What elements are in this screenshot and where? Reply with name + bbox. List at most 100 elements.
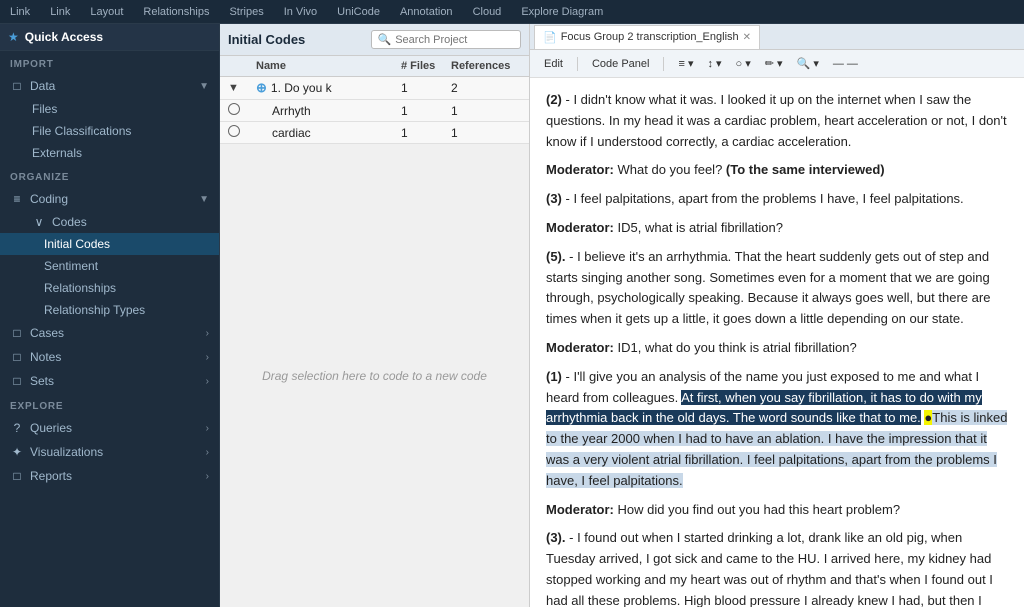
quick-access-label: Quick Access	[25, 30, 103, 44]
visualizations-expand-icon: ›	[206, 447, 209, 458]
sidebar-item-visualizations-label: Visualizations	[30, 445, 200, 459]
top-navigation: Link Link Layout Relationships Stripes I…	[0, 0, 1024, 24]
sidebar-item-sentiment[interactable]: Sentiment	[0, 255, 219, 277]
nav-layout[interactable]: Layout	[84, 4, 129, 20]
nav-relationships[interactable]: Relationships	[137, 4, 215, 20]
row-refs-arrhyth: 1	[451, 104, 521, 118]
organize-section-header: ORGANIZE	[0, 164, 219, 187]
codes-panel: Initial Codes 🔍 Name # Files References …	[220, 24, 530, 607]
coding-expand-icon: ▼	[199, 194, 209, 205]
col-references: References	[451, 60, 521, 72]
doc-tab[interactable]: 📄 Focus Group 2 transcription_English ✕	[534, 25, 760, 49]
explore-section-header: EXPLORE	[0, 393, 219, 416]
toolbar-btn-d[interactable]: ✏ ▾	[759, 55, 789, 72]
toolbar-btn-f[interactable]: — —	[827, 56, 864, 72]
data-expand-icon: ▼	[199, 81, 209, 92]
code-row-arrhyth[interactable]: Arrhyth 1 1	[220, 100, 529, 122]
code-row-cardiac[interactable]: cardiac 1 1	[220, 122, 529, 144]
moderator-label-1: Moderator:	[546, 162, 614, 177]
code-row-1[interactable]: ▼ ⊕ 1. Do you k 1 2	[220, 77, 529, 100]
row-circle-arrhyth	[228, 103, 272, 118]
toolbar-separator-2	[663, 57, 664, 71]
sidebar-item-relationship-types[interactable]: Relationship Types	[0, 299, 219, 321]
sidebar-item-relationship-types-label: Relationship Types	[44, 303, 209, 317]
queries-expand-icon: ›	[206, 423, 209, 434]
code-panel-button[interactable]: Code Panel	[586, 56, 656, 72]
sidebar-item-files[interactable]: Files	[0, 98, 219, 120]
nav-annotation[interactable]: Annotation	[394, 4, 459, 20]
sidebar-item-reports-label: Reports	[30, 469, 200, 483]
sidebar-item-file-classifications[interactable]: File Classifications	[0, 120, 219, 142]
toolbar-group-1: ≡ ▾ ↕ ▾ ○ ▾ ✏ ▾ 🔍 ▾ — —	[672, 55, 863, 72]
col-name: Name	[256, 60, 401, 72]
sidebar-item-cases[interactable]: □ Cases ›	[0, 321, 219, 345]
sidebar-item-data[interactable]: □ Data ▼	[0, 74, 219, 98]
sidebar-item-externals[interactable]: Externals	[0, 142, 219, 164]
moderator-label-3: Moderator:	[546, 340, 614, 355]
sidebar-quick-access[interactable]: ★ Quick Access	[0, 24, 219, 51]
para-3b-num: (3).	[546, 530, 566, 545]
sidebar-item-sets[interactable]: □ Sets ›	[0, 369, 219, 393]
toolbar-btn-c[interactable]: ○ ▾	[730, 55, 757, 72]
toolbar-separator-1	[577, 57, 578, 71]
sidebar-item-coding[interactable]: ≡ Coding ▼	[0, 187, 219, 211]
toolbar-btn-a[interactable]: ≡ ▾	[672, 55, 699, 72]
import-section-header: IMPORT	[0, 51, 219, 74]
sets-expand-icon: ›	[206, 376, 209, 387]
doc-toolbar: Edit Code Panel ≡ ▾ ↕ ▾ ○ ▾ ✏ ▾ 🔍 ▾ — —	[530, 50, 1024, 78]
visualizations-icon: ✦	[10, 445, 24, 459]
nav-unicode[interactable]: UniCode	[331, 4, 386, 20]
para-3-num: (3)	[546, 191, 562, 206]
sidebar-item-initial-codes[interactable]: Initial Codes	[0, 233, 219, 255]
row-name: ⊕ 1. Do you k	[256, 80, 401, 96]
nav-link-2[interactable]: Link	[44, 4, 76, 20]
doc-content: (2) - I didn't know what it was. I looke…	[530, 78, 1024, 607]
content-area: Initial Codes 🔍 Name # Files References …	[220, 24, 1024, 607]
codes-search-bar[interactable]: 🔍	[371, 30, 522, 49]
para-5-num: (5).	[546, 249, 566, 264]
sidebar-item-files-label: Files	[32, 102, 209, 116]
main-layout: ★ Quick Access IMPORT □ Data ▼ Files Fil…	[0, 24, 1024, 607]
sidebar-item-file-classifications-label: File Classifications	[32, 124, 209, 138]
moderator-label-2: Moderator:	[546, 220, 614, 235]
nav-invivo[interactable]: In Vivo	[278, 4, 323, 20]
row-files-cardiac: 1	[401, 126, 451, 140]
nav-stripes[interactable]: Stripes	[223, 4, 269, 20]
sidebar-item-codes[interactable]: ∨ Codes	[0, 211, 219, 233]
sidebar-item-cases-label: Cases	[30, 326, 200, 340]
row-circle-cardiac	[228, 125, 272, 140]
sidebar-item-reports[interactable]: □ Reports ›	[0, 464, 219, 488]
nav-link-1[interactable]: Link	[4, 4, 36, 20]
doc-moderator-3: Moderator: ID1, what do you think is atr…	[546, 338, 1008, 359]
sidebar-item-codes-label: Codes	[52, 215, 209, 229]
nav-cloud[interactable]: Cloud	[467, 4, 508, 20]
col-expand	[228, 60, 256, 72]
doc-tab-close-btn[interactable]: ✕	[743, 32, 751, 43]
search-icon: 🔍	[378, 33, 392, 46]
doc-para-2: (2) - I didn't know what it was. I looke…	[546, 90, 1008, 152]
codes-panel-title: Initial Codes	[228, 32, 365, 47]
toolbar-btn-b[interactable]: ↕ ▾	[701, 55, 727, 72]
sidebar-item-initial-codes-label: Initial Codes	[44, 237, 209, 251]
row-references: 2	[451, 81, 521, 95]
highlight-yellow-dot: ●	[924, 410, 932, 425]
cases-expand-icon: ›	[206, 328, 209, 339]
row-expand-icon: ▼	[228, 82, 256, 94]
row-name-arrhyth: Arrhyth	[272, 104, 401, 118]
toolbar-btn-e[interactable]: 🔍 ▾	[791, 55, 825, 72]
notes-icon: □	[10, 350, 24, 364]
sidebar-item-sentiment-label: Sentiment	[44, 259, 209, 273]
edit-button[interactable]: Edit	[538, 56, 569, 72]
sidebar-item-notes[interactable]: □ Notes ›	[0, 345, 219, 369]
sidebar-item-relationships[interactable]: Relationships	[0, 277, 219, 299]
moderator-label-4: Moderator:	[546, 502, 614, 517]
search-input[interactable]	[395, 34, 514, 46]
nav-explore-diagram[interactable]: Explore Diagram	[515, 4, 609, 20]
doc-para-3: (3) - I feel palpitations, apart from th…	[546, 189, 1008, 210]
sidebar-item-sets-label: Sets	[30, 374, 200, 388]
sidebar-item-visualizations[interactable]: ✦ Visualizations ›	[0, 440, 219, 464]
coding-icon: ≡	[10, 192, 24, 206]
notes-expand-icon: ›	[206, 352, 209, 363]
row-files: 1	[401, 81, 451, 95]
sidebar-item-queries[interactable]: ? Queries ›	[0, 416, 219, 440]
